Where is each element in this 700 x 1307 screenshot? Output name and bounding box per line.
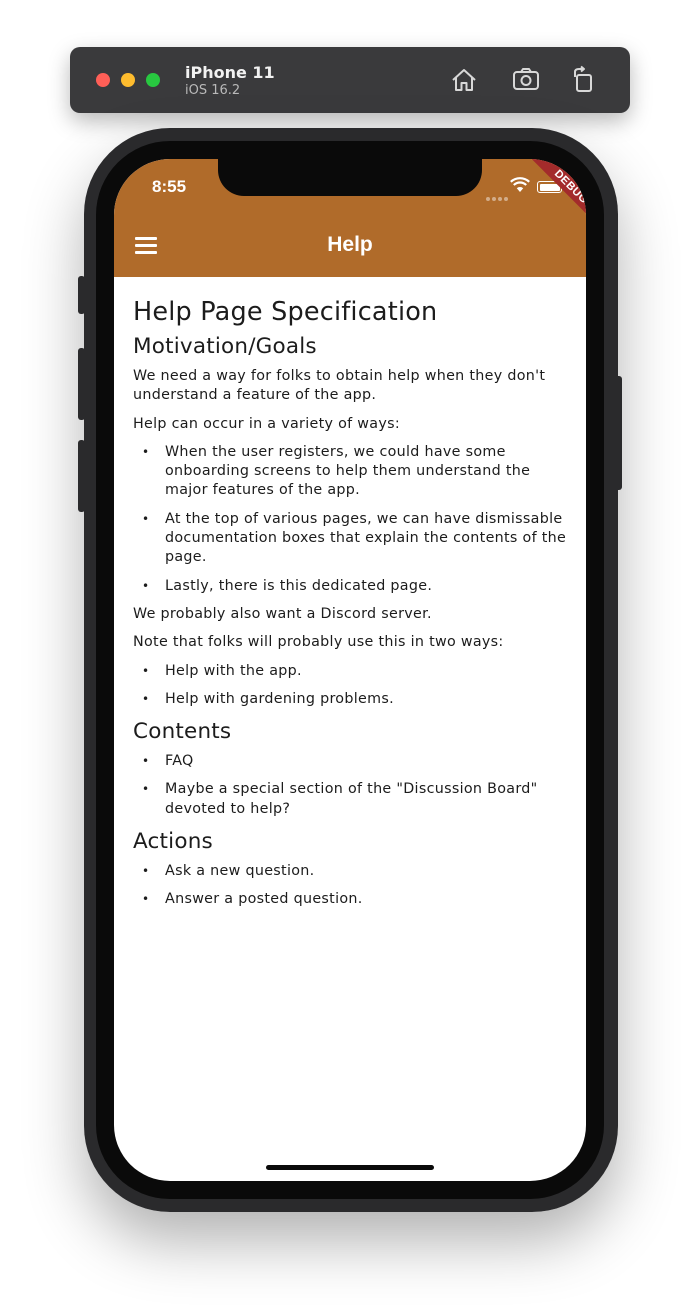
actions-list: • Ask a new question. • Answer a posted qu… xyxy=(133,862,573,910)
list-item: • Help with the app. xyxy=(133,662,573,681)
bullet-icon: • xyxy=(142,864,150,879)
bullet-icon: • xyxy=(142,663,150,678)
usage-list: • Help with the app. • Help with gardening… xyxy=(133,662,573,710)
paragraph-intro: We need a way for folks to obtain help w… xyxy=(133,368,546,404)
phone-screen: 8:55 DEBUG Help Help Page Specification … xyxy=(114,159,586,1181)
ways-list: • When the user registers, we could have … xyxy=(133,443,573,596)
section-heading-actions: Actions xyxy=(133,829,213,855)
document-title: Help Page Specification xyxy=(133,297,438,327)
bullet-icon: • xyxy=(142,444,150,459)
zoom-window-button[interactable] xyxy=(146,73,160,87)
home-indicator[interactable] xyxy=(266,1165,434,1170)
debug-banner: DEBUG xyxy=(526,159,586,232)
cellular-signal-icon xyxy=(486,188,510,206)
list-item: • At the top of various pages, we can hav… xyxy=(142,510,567,566)
bullet-icon: • xyxy=(142,782,150,797)
contents-list: • FAQ • Maybe a special section of the "Di… xyxy=(133,752,573,819)
paragraph-usage-intro: Note that folks will probably use this i… xyxy=(133,634,504,651)
status-time: 8:55 xyxy=(152,177,187,196)
page-title: Help xyxy=(327,233,373,256)
notch xyxy=(218,159,482,196)
list-item: • When the user registers, we could have … xyxy=(142,443,531,499)
section-heading-motivation: Motivation/Goals xyxy=(133,334,317,359)
screenshot-icon[interactable] xyxy=(511,65,541,95)
simulator-toolbar: iPhone 11 iOS 16.2 xyxy=(70,47,630,113)
home-icon[interactable] xyxy=(449,65,479,95)
minimize-window-button[interactable] xyxy=(121,73,135,87)
close-window-button[interactable] xyxy=(96,73,110,87)
paragraph-ways-intro: Help can occur in a variety of ways: xyxy=(133,415,400,432)
list-item: • FAQ xyxy=(133,752,573,771)
device-name: iPhone 11 xyxy=(185,63,275,82)
list-item: • Ask a new question. xyxy=(133,862,573,881)
bullet-icon: • xyxy=(142,754,150,769)
rotate-icon[interactable] xyxy=(568,65,598,95)
wifi-icon xyxy=(510,177,530,192)
bullet-icon: • xyxy=(142,511,150,526)
list-item: • Answer a posted question. xyxy=(133,890,573,909)
bullet-icon: • xyxy=(142,691,150,706)
app-bar: 8:55 DEBUG Help xyxy=(114,159,586,277)
paragraph-discord: We probably also want a Discord server. xyxy=(133,605,432,622)
help-content: Help Page Specification Motivation/Goals… xyxy=(133,295,573,919)
list-item: • Maybe a special section of the "Discuss… xyxy=(142,781,538,817)
list-item: • Lastly, there is this dedicated page. xyxy=(133,577,573,596)
bullet-icon: • xyxy=(142,578,150,593)
os-version: iOS 16.2 xyxy=(185,83,241,98)
bullet-icon: • xyxy=(142,892,150,907)
list-item: • Help with gardening problems. xyxy=(133,690,573,709)
section-heading-contents: Contents xyxy=(133,719,232,745)
